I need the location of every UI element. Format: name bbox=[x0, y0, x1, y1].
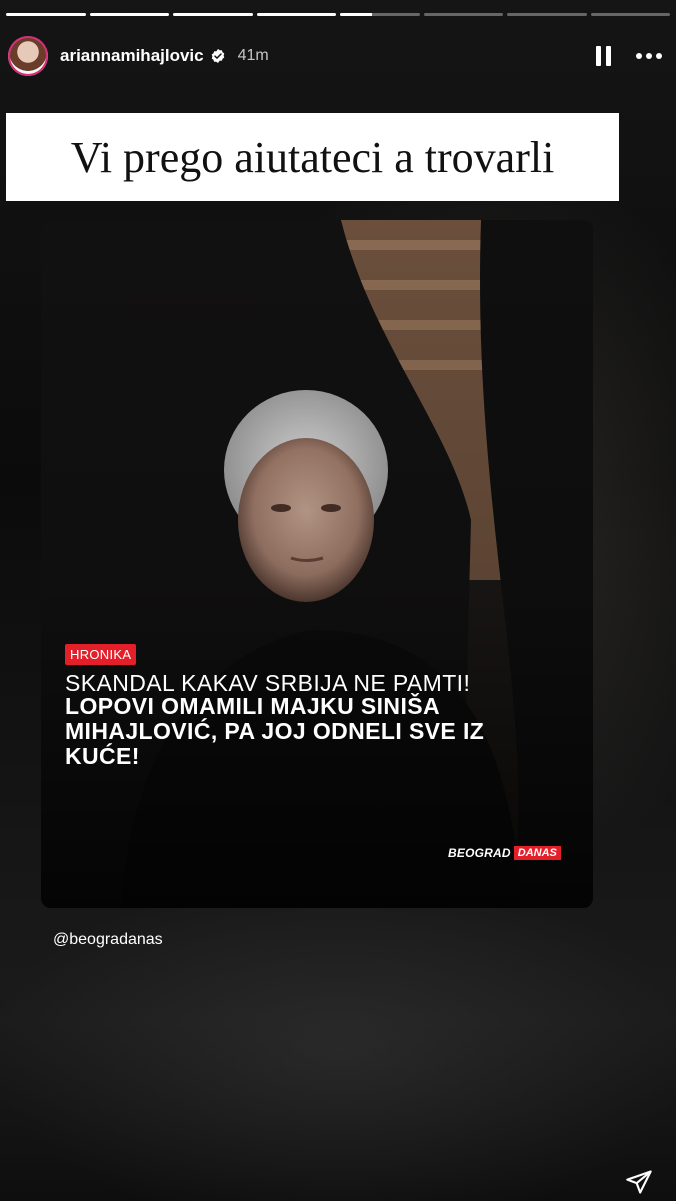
story-header: ariannamihajlovic 41m bbox=[8, 34, 662, 78]
story-progress-fill bbox=[6, 13, 86, 16]
category-badge: HRONIKA bbox=[65, 644, 137, 665]
pause-icon[interactable] bbox=[592, 44, 614, 68]
avatar[interactable] bbox=[8, 36, 48, 76]
post-time: 41m bbox=[237, 47, 269, 64]
story-progress-segment bbox=[590, 13, 670, 16]
post-photo bbox=[41, 220, 593, 908]
story-progress-fill bbox=[256, 13, 336, 16]
headline-title: LOPOVI OMAMILI MAJKU SINIŠA MIHAJLOVIĆ, … bbox=[65, 693, 485, 769]
logo-text-beograd: BEOGRAD bbox=[448, 846, 511, 860]
story-progress-segment bbox=[89, 13, 169, 16]
logo-text-danas: DANAS bbox=[513, 846, 561, 860]
publisher-logo: BEOGRAD DANAS bbox=[448, 846, 561, 860]
story-progress-fill bbox=[89, 13, 169, 16]
account-mention-link[interactable]: @beogradanas bbox=[53, 931, 163, 949]
story-caption-sticker: Vi prego aiutateci a trovarli bbox=[6, 113, 619, 201]
story-progress-segment bbox=[173, 13, 253, 16]
story-progress-fill bbox=[340, 13, 372, 16]
more-options-icon[interactable] bbox=[636, 53, 662, 59]
username[interactable]: ariannamihajlovic bbox=[60, 46, 204, 66]
shared-post-card[interactable]: HRONIKA SKANDAL KAKAV SRBIJA NE PAMTI! L… bbox=[41, 220, 593, 908]
story-progress-segment bbox=[423, 13, 503, 16]
story-progress-fill bbox=[173, 13, 253, 16]
story-progress-segment bbox=[6, 13, 86, 16]
story-progress-segment bbox=[340, 13, 420, 16]
story-progress-segment bbox=[507, 13, 587, 16]
story-progress-segment bbox=[256, 13, 336, 16]
verified-badge-icon bbox=[211, 49, 224, 63]
story-progress-bar bbox=[6, 13, 670, 16]
share-send-icon[interactable] bbox=[624, 1168, 654, 1196]
